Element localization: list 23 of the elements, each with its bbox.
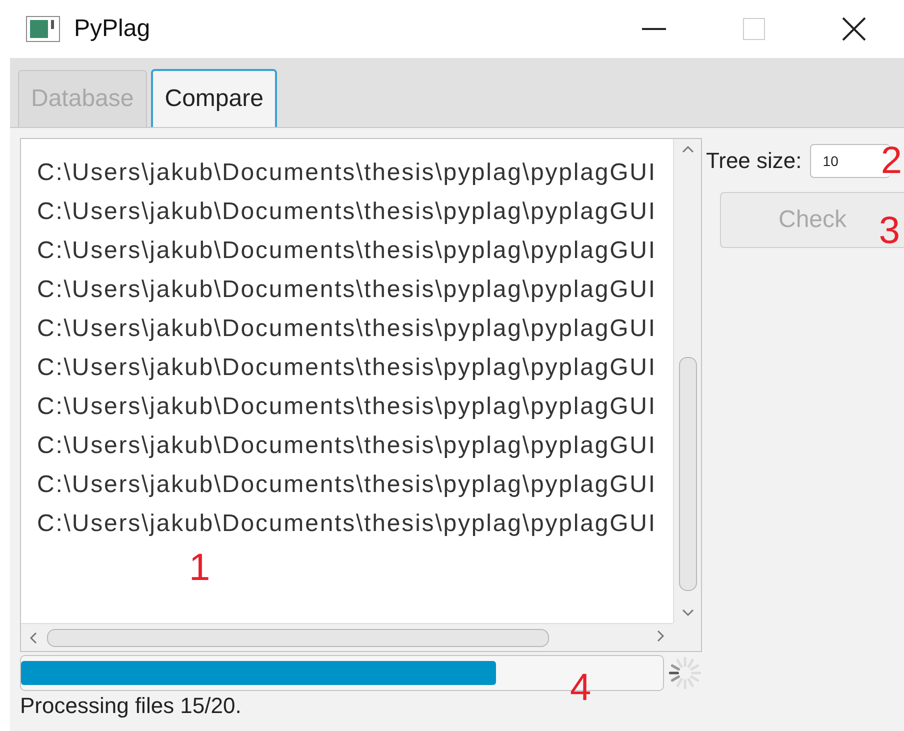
scrollbar-thumb[interactable] (47, 628, 549, 646)
file-path[interactable]: C:\Users\jakub\Documents\thesis\pyplag\pyplagGUI (37, 153, 673, 192)
file-path[interactable]: C:\Users\jakub\Documents\thesis\pyplag\pyplagGUI (37, 348, 673, 387)
tab[interactable]: Compare (150, 69, 278, 127)
app-icon (26, 16, 60, 42)
spinner-icon (668, 655, 702, 691)
close-icon[interactable] (842, 17, 866, 41)
annotation-number: 4 (570, 669, 592, 707)
tree-size-label: Tree size: (706, 148, 802, 174)
file-path[interactable]: C:\Users\jakub\Documents\thesis\pyplag\pyplagGUI (37, 192, 673, 231)
file-path[interactable]: C:\Users\jakub\Documents\thesis\pyplag\pyplagGUI (37, 465, 673, 504)
file-path[interactable]: C:\Users\jakub\Documents\thesis\pyplag\pyplagGUI (37, 270, 673, 309)
file-path[interactable]: C:\Users\jakub\Documents\thesis\pyplag\pyplagGUI (37, 387, 673, 426)
file-list[interactable] (20, 138, 702, 652)
file-path[interactable]: C:\Users\jakub\Documents\thesis\pyplag\pyplagGUI (37, 231, 673, 270)
status-text: Processing files 15/20. (20, 693, 242, 719)
file-path[interactable]: C:\Users\jakub\Documents\thesis\pyplag\pyplagGUI (37, 426, 673, 465)
file-path[interactable]: C:\Users\jakub\Documents\thesis\pyplag\pyplagGUI (37, 309, 673, 348)
annotation-number: 1 (189, 549, 210, 587)
file-path[interactable]: C:\Users\jakub\Documents\thesis\pyplag\pyplagGUI (37, 504, 673, 543)
scrollbar-thumb[interactable] (678, 357, 696, 591)
window-title: PyPlag (74, 15, 150, 43)
annotation-number: 3 (878, 212, 900, 250)
